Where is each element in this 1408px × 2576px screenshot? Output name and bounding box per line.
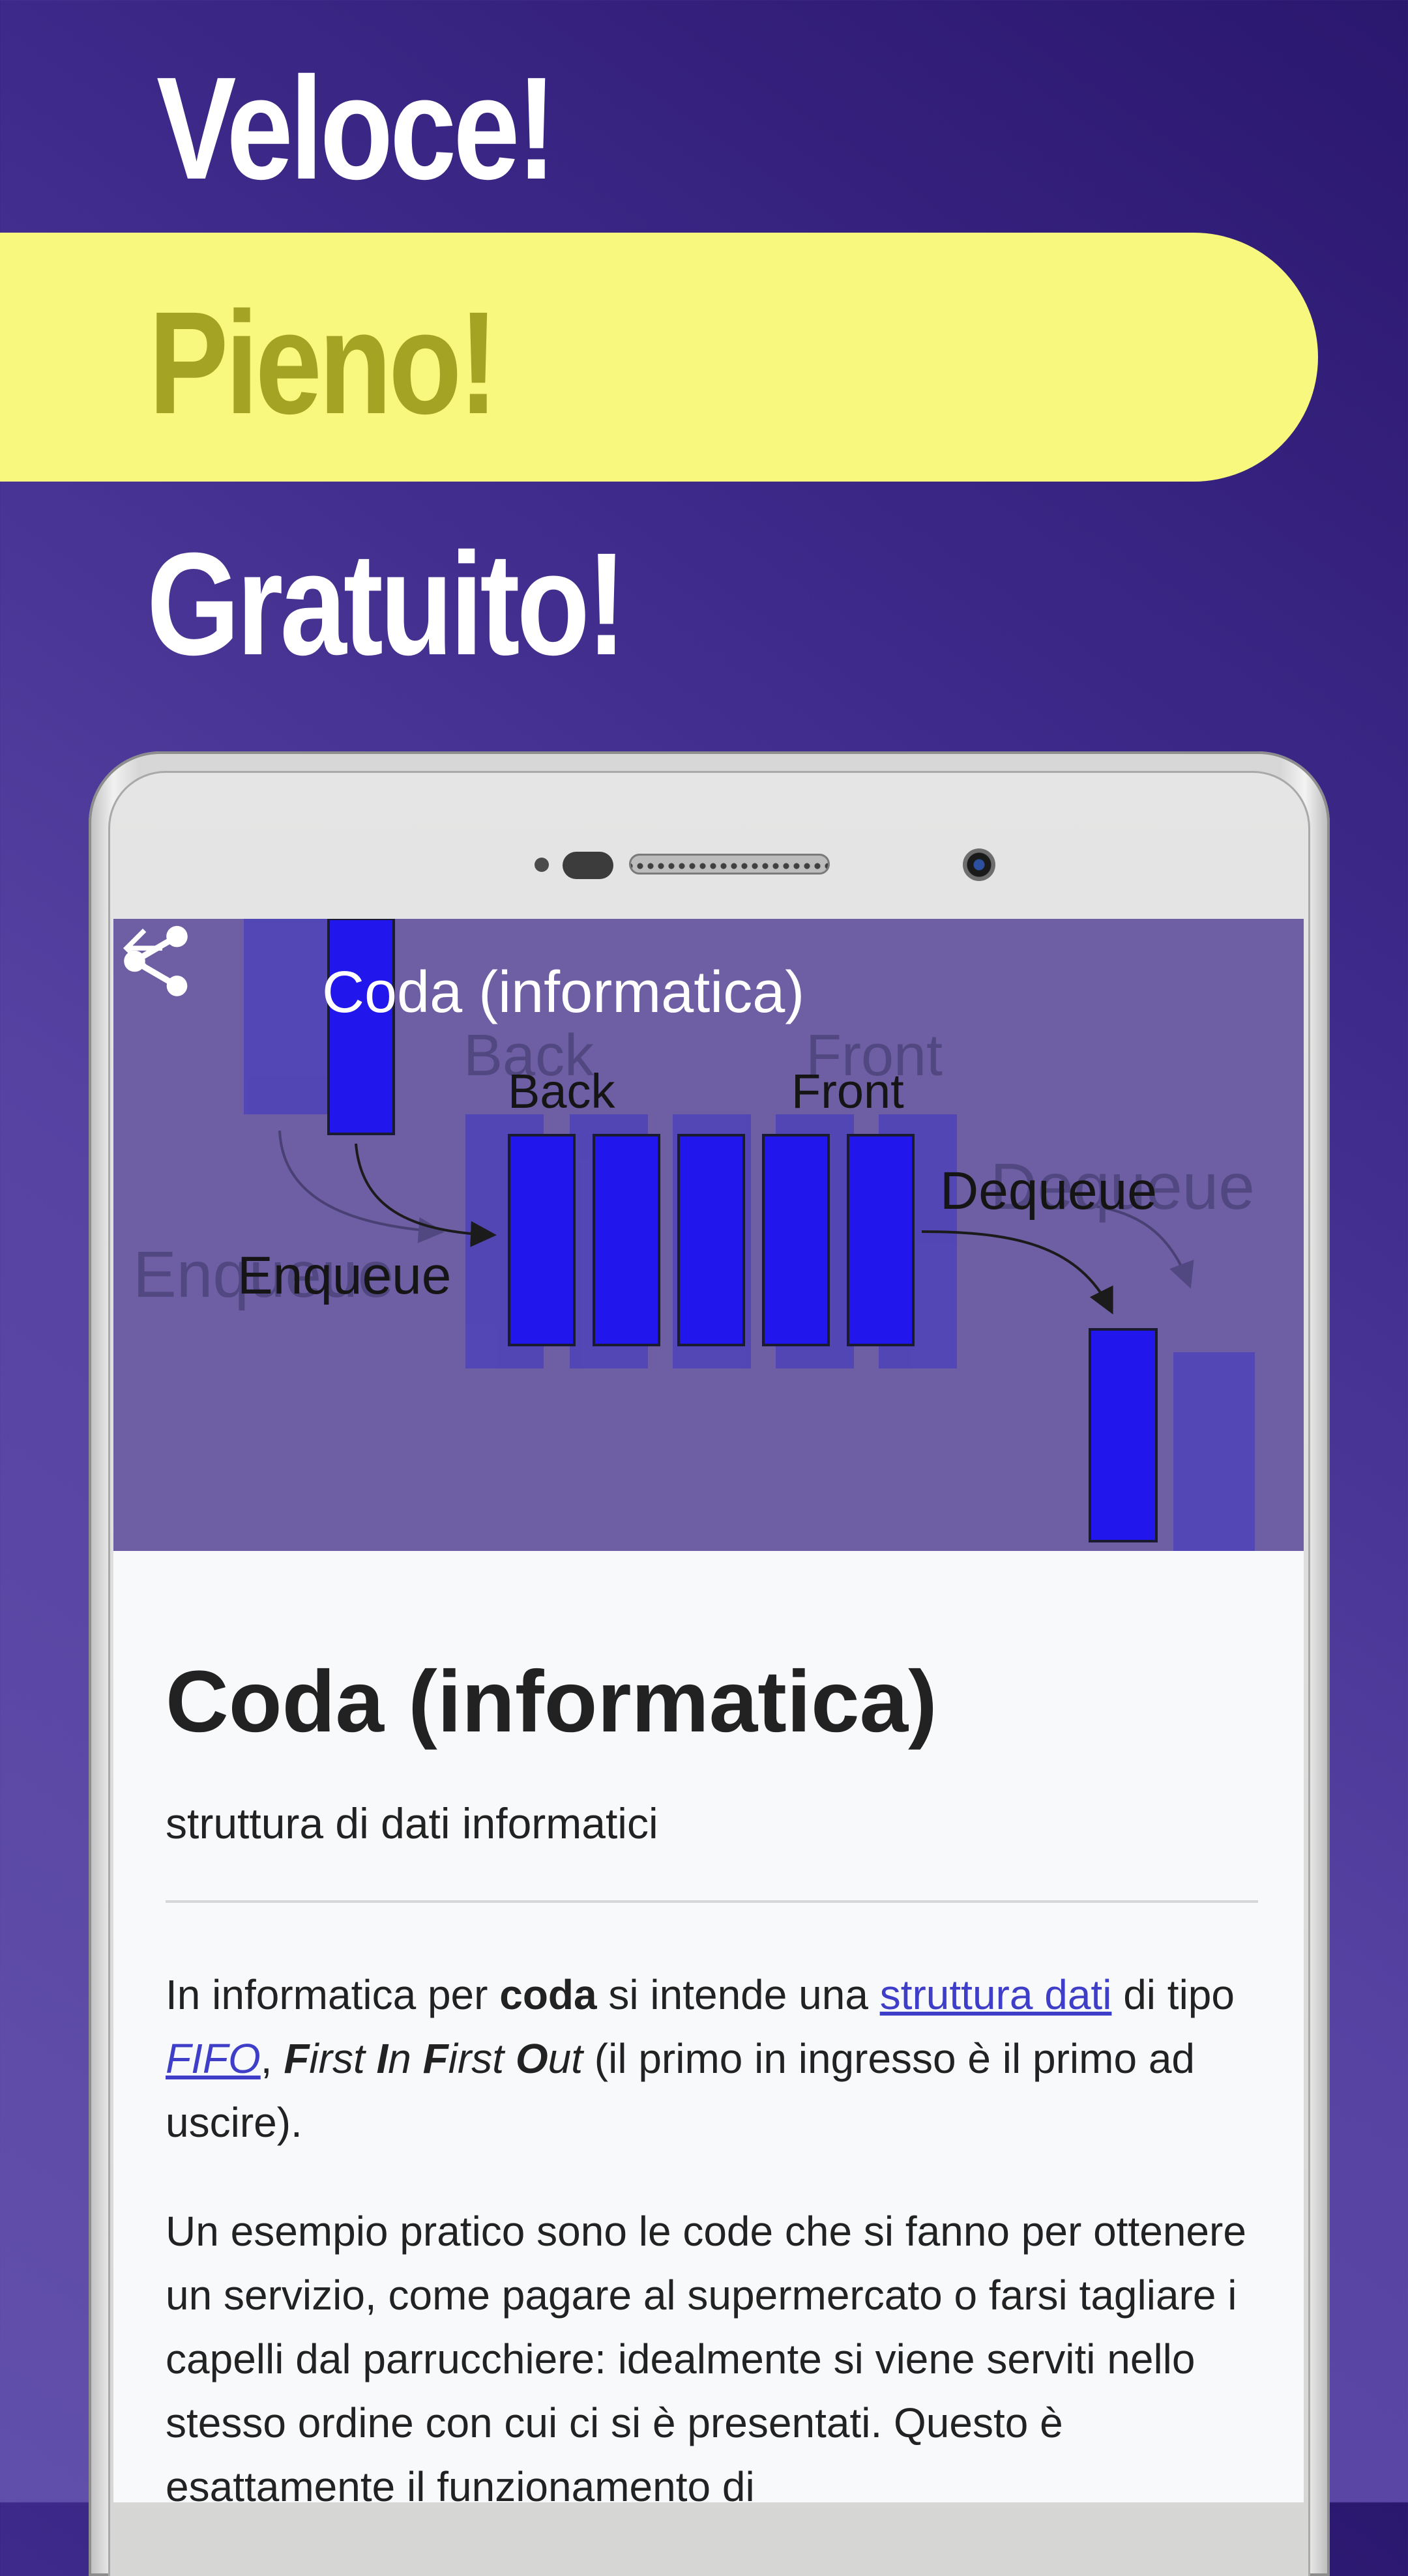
- app-toolbar: Coda (informatica): [113, 919, 1304, 1069]
- hero-image: Back Front Enqueue Dequeue Back Front En…: [113, 919, 1304, 1551]
- light-sensor: [563, 852, 613, 879]
- paragraph-example: Un esempio pratico sono le code che si f…: [166, 2208, 1246, 2502]
- article-title: Coda (informatica): [166, 1653, 937, 1750]
- text: O: [515, 2035, 548, 2082]
- headline-fast: Veloce!: [156, 47, 557, 210]
- headline-full: Pieno!: [149, 282, 499, 444]
- text: di tipo: [1111, 1971, 1235, 2018]
- text: n: [388, 2035, 423, 2082]
- text: ,: [260, 2035, 284, 2082]
- front-camera: [963, 848, 995, 881]
- text: F: [422, 2035, 448, 2082]
- link-fifo[interactable]: FIFO: [166, 2035, 261, 2082]
- dequeue-label: Dequeue: [940, 1161, 1157, 1221]
- enqueue-label: Enqueue: [237, 1246, 451, 1305]
- phone-screen: Back Front Enqueue Dequeue Back Front En…: [113, 919, 1304, 2502]
- divider: [166, 1900, 1258, 1903]
- article-subtitle: struttura di dati informatici: [166, 1799, 658, 1847]
- text: irst: [448, 2035, 516, 2082]
- front-label: Front: [791, 1064, 904, 1118]
- text: ut: [548, 2035, 583, 2082]
- link-struttura-dati[interactable]: struttura dati: [880, 1971, 1112, 2018]
- paragraph-intro: In informatica per coda si intende una s…: [166, 1963, 1267, 2154]
- proximity-sensor: [535, 858, 549, 872]
- text: si intende una: [596, 1971, 880, 2018]
- bold-term: coda: [499, 1971, 597, 2018]
- headline-free: Gratuito!: [147, 523, 626, 686]
- text: In informatica per: [166, 1971, 500, 2018]
- text: irst: [309, 2035, 377, 2082]
- share-icon[interactable]: [113, 919, 198, 1004]
- text: F: [284, 2035, 310, 2082]
- toolbar-title: Coda (informatica): [322, 960, 805, 1025]
- earpiece-speaker: [629, 854, 830, 875]
- back-label: Back: [508, 1064, 616, 1118]
- text: I: [376, 2035, 389, 2082]
